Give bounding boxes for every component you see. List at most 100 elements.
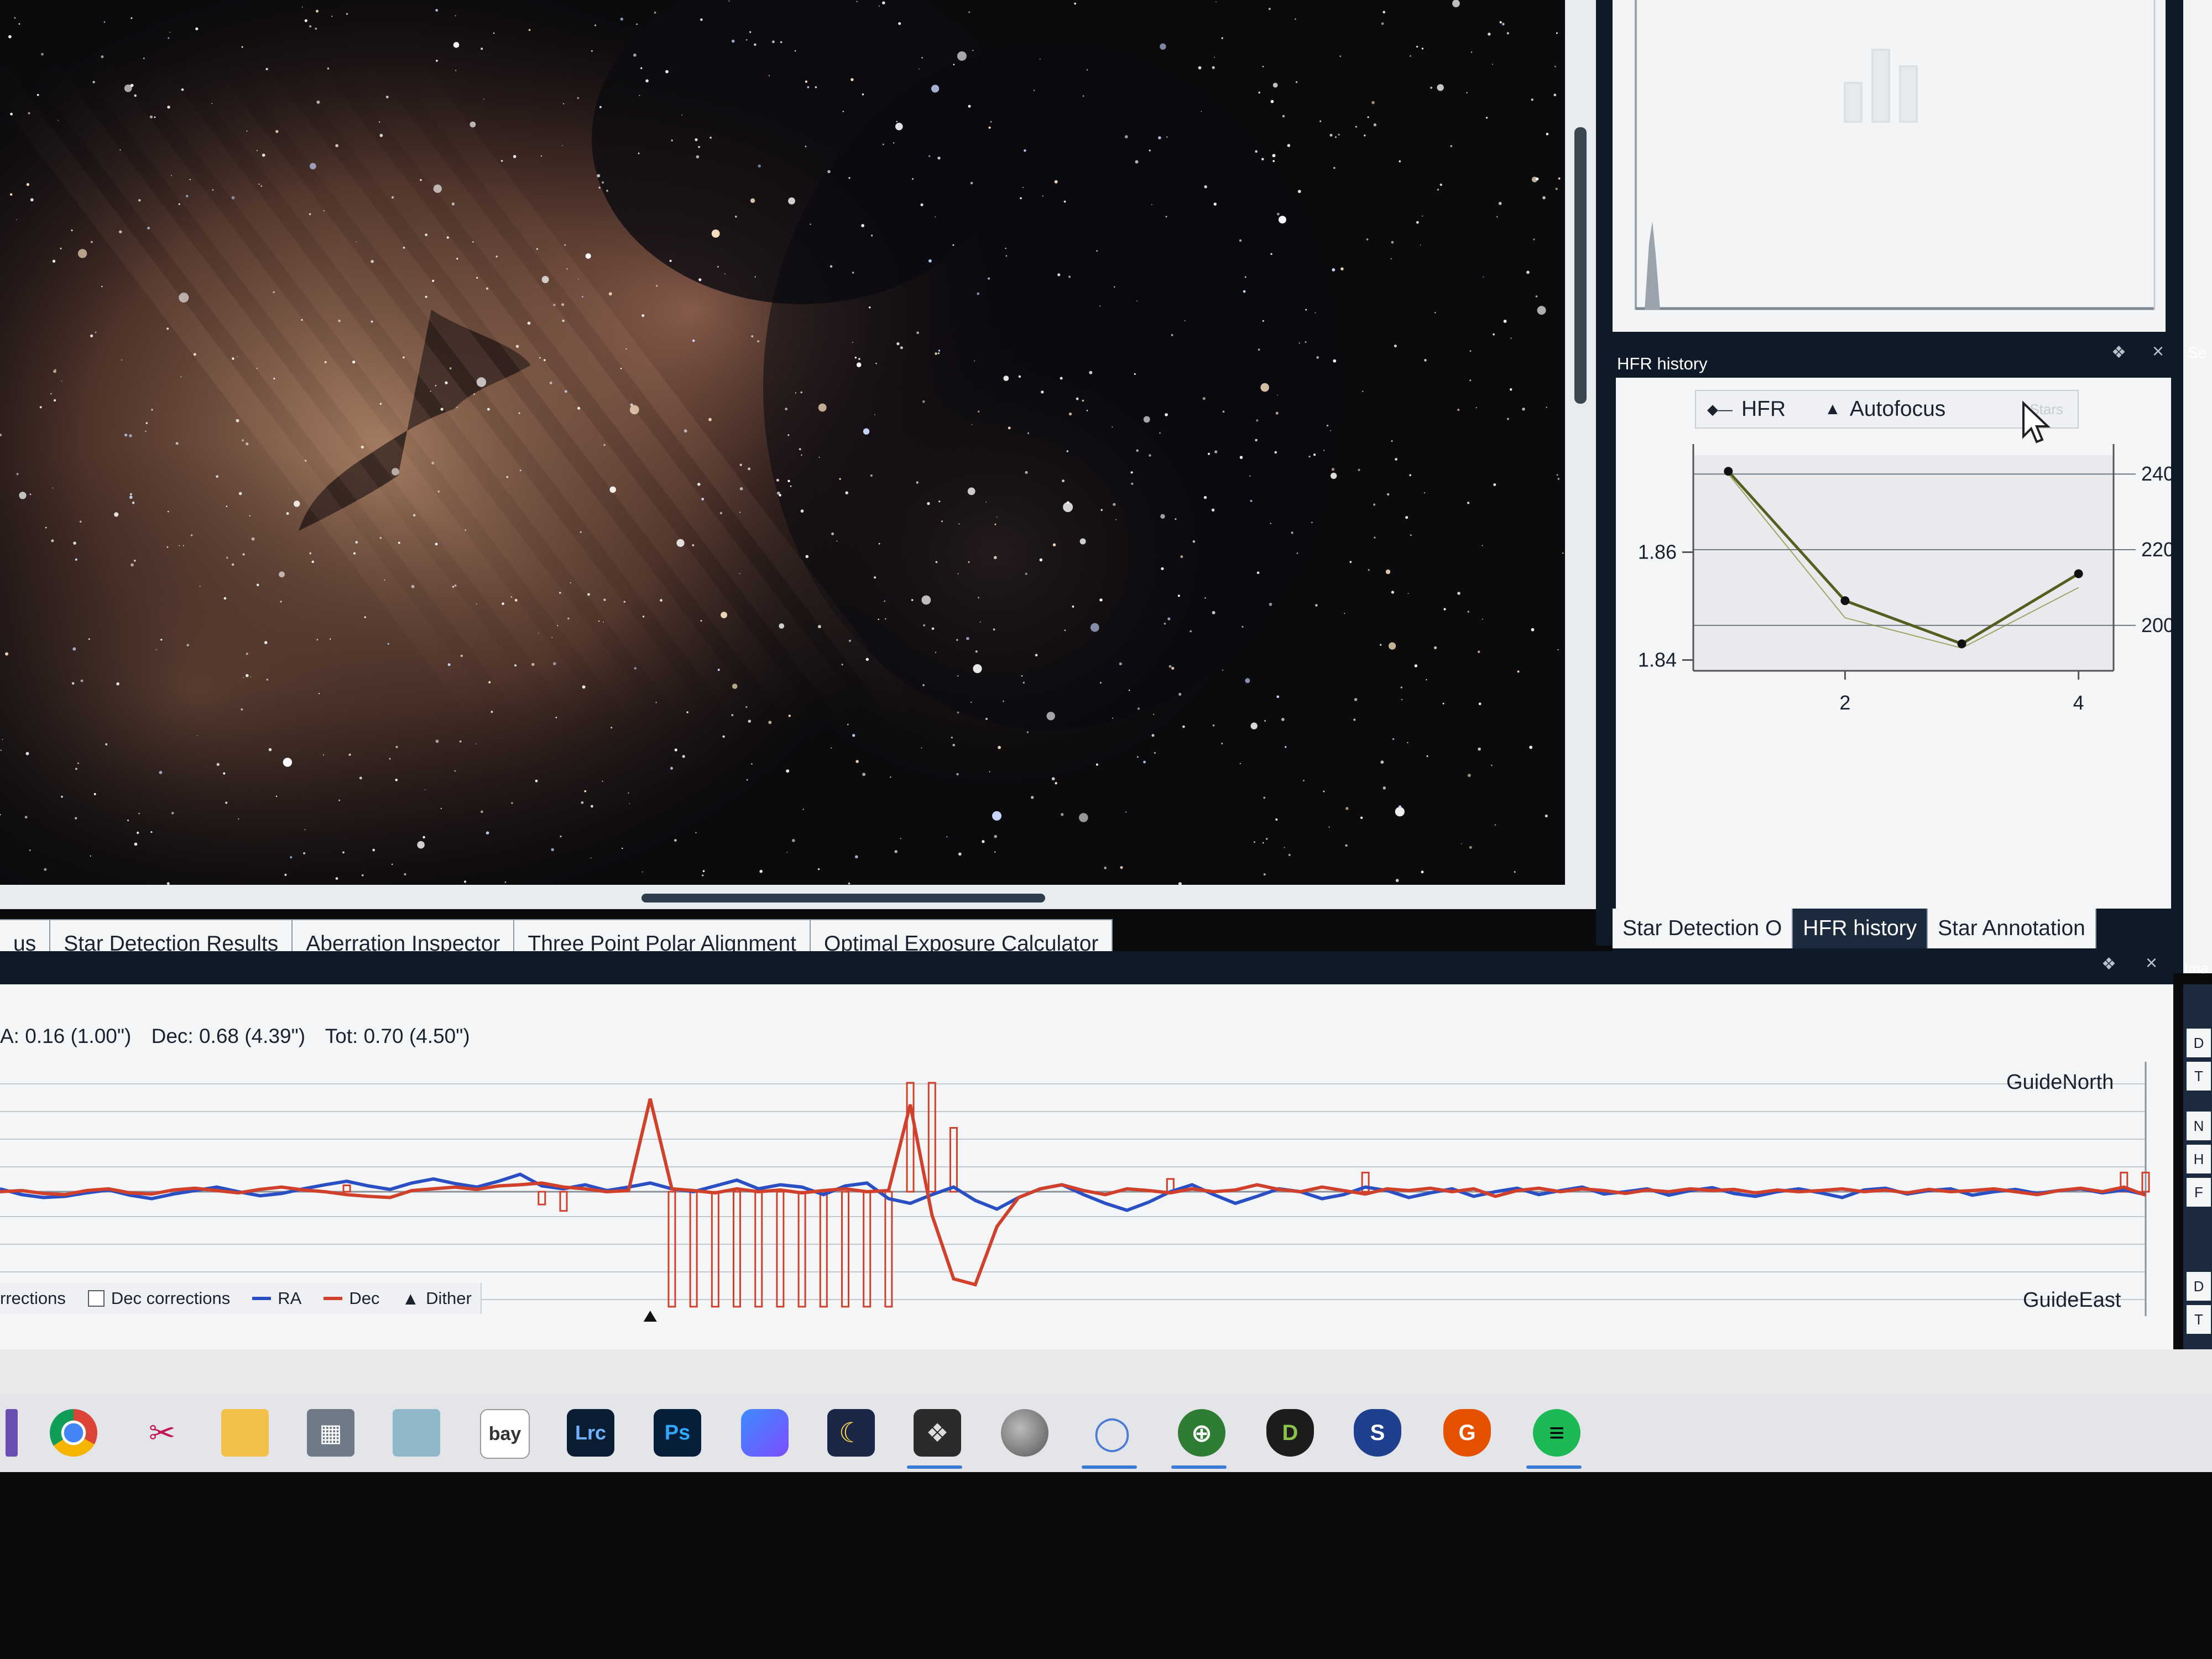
star [1213, 202, 1217, 206]
star [403, 247, 405, 249]
ebay-icon[interactable]: bay [480, 1409, 530, 1459]
star [1276, 695, 1280, 698]
chrome-icon[interactable] [50, 1409, 97, 1457]
star [1345, 807, 1349, 810]
lightroom-classic-icon[interactable]: Lrc [567, 1409, 614, 1457]
star [1434, 312, 1436, 314]
star [420, 179, 422, 181]
star [776, 478, 779, 482]
star [570, 582, 571, 583]
legend-ra[interactable]: RA [252, 1288, 301, 1308]
star [179, 545, 180, 546]
dec-line-swatch [324, 1297, 343, 1300]
calculator-icon[interactable]: ▦ [307, 1409, 354, 1457]
tab-hfr-history[interactable]: HFR history [1793, 909, 1928, 948]
app-blue-icon[interactable] [741, 1409, 789, 1457]
running-app-indicator [1082, 1465, 1137, 1469]
app-sphere-icon[interactable] [1001, 1409, 1048, 1457]
star [535, 779, 538, 782]
image-vertical-scroll-thumb[interactable] [1574, 127, 1587, 404]
spotify-icon[interactable]: ≡ [1533, 1409, 1580, 1457]
star [1151, 204, 1152, 205]
star [731, 39, 735, 43]
star [1204, 185, 1207, 189]
star [927, 502, 930, 505]
dec-correction-bar [906, 1082, 915, 1193]
star [1354, 698, 1358, 701]
star [61, 380, 62, 382]
star [1099, 305, 1101, 307]
star [5, 652, 9, 656]
star [862, 93, 864, 96]
legend-dither[interactable]: ▲ Dither [401, 1288, 471, 1309]
legend-ra-corrections[interactable]: rrections [0, 1288, 66, 1308]
star [1285, 746, 1287, 748]
side-button[interactable]: H [2187, 1145, 2211, 1173]
close-icon[interactable]: × [2146, 951, 2157, 974]
file-explorer-icon[interactable] [221, 1409, 269, 1457]
app-s-icon[interactable]: S [1354, 1409, 1401, 1457]
tab-star-detection-overlay[interactable]: Star Detection O [1613, 909, 1793, 948]
star [1258, 348, 1260, 351]
star [493, 32, 495, 34]
star [1335, 136, 1337, 138]
snipping-tool-icon[interactable]: ✂ [138, 1409, 186, 1457]
star [802, 808, 804, 810]
nina-icon[interactable]: ◯ [1088, 1409, 1136, 1457]
star [455, 70, 457, 71]
legend-dec[interactable]: Dec [324, 1288, 379, 1308]
star [1090, 623, 1099, 632]
app-d-icon[interactable]: D [1266, 1409, 1314, 1457]
side-button[interactable]: T [2187, 1062, 2211, 1091]
star [71, 682, 75, 685]
star [638, 153, 640, 154]
pin-icon[interactable]: ❖ [2111, 343, 2126, 362]
notes-icon[interactable] [393, 1409, 440, 1457]
star [1135, 160, 1139, 164]
tab-star-annotation[interactable]: Star Annotation [1928, 909, 2096, 948]
star [587, 593, 590, 596]
side-button[interactable]: D [2187, 1272, 2211, 1301]
star [1112, 426, 1113, 428]
star [1387, 493, 1390, 496]
panel-divider[interactable] [1596, 0, 1613, 946]
close-icon[interactable]: × [2152, 340, 2164, 363]
star [801, 454, 802, 456]
image-viewer[interactable] [0, 0, 1565, 885]
star [216, 475, 218, 478]
legend-autofocus[interactable]: ▲ Autofocus [1824, 397, 1945, 421]
star [1250, 499, 1253, 502]
side-button[interactable]: D [2187, 1029, 2211, 1057]
star [1031, 796, 1034, 799]
star [792, 839, 795, 842]
pin-icon[interactable]: ❖ [2101, 954, 2116, 974]
star [500, 160, 503, 162]
partial-app-icon[interactable] [6, 1409, 18, 1457]
side-button[interactable]: F [2187, 1178, 2211, 1207]
hfr-point [2074, 569, 2083, 578]
side-button[interactable]: N [2187, 1112, 2211, 1140]
app-dark-icon[interactable]: ❖ [914, 1409, 961, 1457]
star [1305, 309, 1307, 311]
star [52, 259, 56, 263]
legend-dec-corrections[interactable]: Dec corrections [87, 1288, 230, 1308]
photoshop-icon[interactable]: Ps [654, 1409, 701, 1457]
app-g-icon[interactable]: G [1443, 1409, 1491, 1457]
star [731, 714, 734, 716]
side-button[interactable]: T [2187, 1305, 2211, 1334]
checkbox-icon [87, 1290, 105, 1307]
image-horizontal-scroll-thumb[interactable] [641, 894, 1045, 902]
star [865, 658, 869, 661]
stellarium-icon[interactable]: ☾ [827, 1409, 875, 1457]
legend-hfr[interactable]: ◆— HFR [1707, 397, 1786, 421]
star [549, 382, 552, 384]
star [787, 434, 790, 436]
phd2-icon[interactable]: ⊕ [1178, 1409, 1225, 1457]
star [1143, 416, 1150, 423]
star [14, 17, 16, 19]
star [602, 780, 603, 782]
star [1326, 425, 1329, 427]
star [1282, 114, 1285, 118]
star [1329, 134, 1333, 137]
star [168, 37, 170, 39]
